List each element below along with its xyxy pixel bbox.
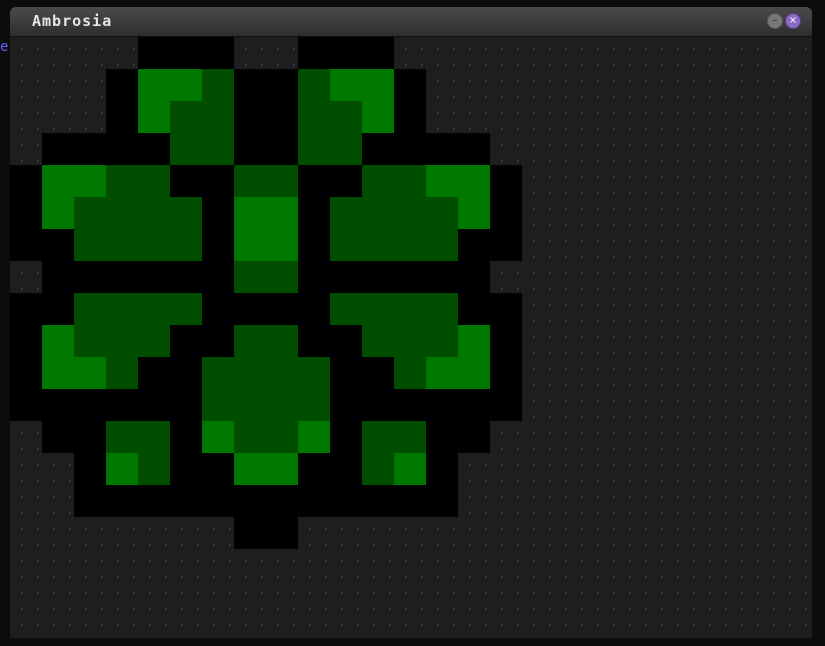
creature-sprite (10, 37, 522, 549)
game-canvas[interactable] (10, 37, 812, 638)
window-title: Ambrosia (32, 12, 113, 30)
minimize-icon[interactable]: – (767, 13, 783, 29)
edge-text-fragment: e (0, 39, 9, 55)
title-bar[interactable]: Ambrosia – × (10, 7, 812, 37)
close-icon[interactable]: × (785, 13, 801, 29)
app-window: Ambrosia – × (10, 7, 812, 638)
